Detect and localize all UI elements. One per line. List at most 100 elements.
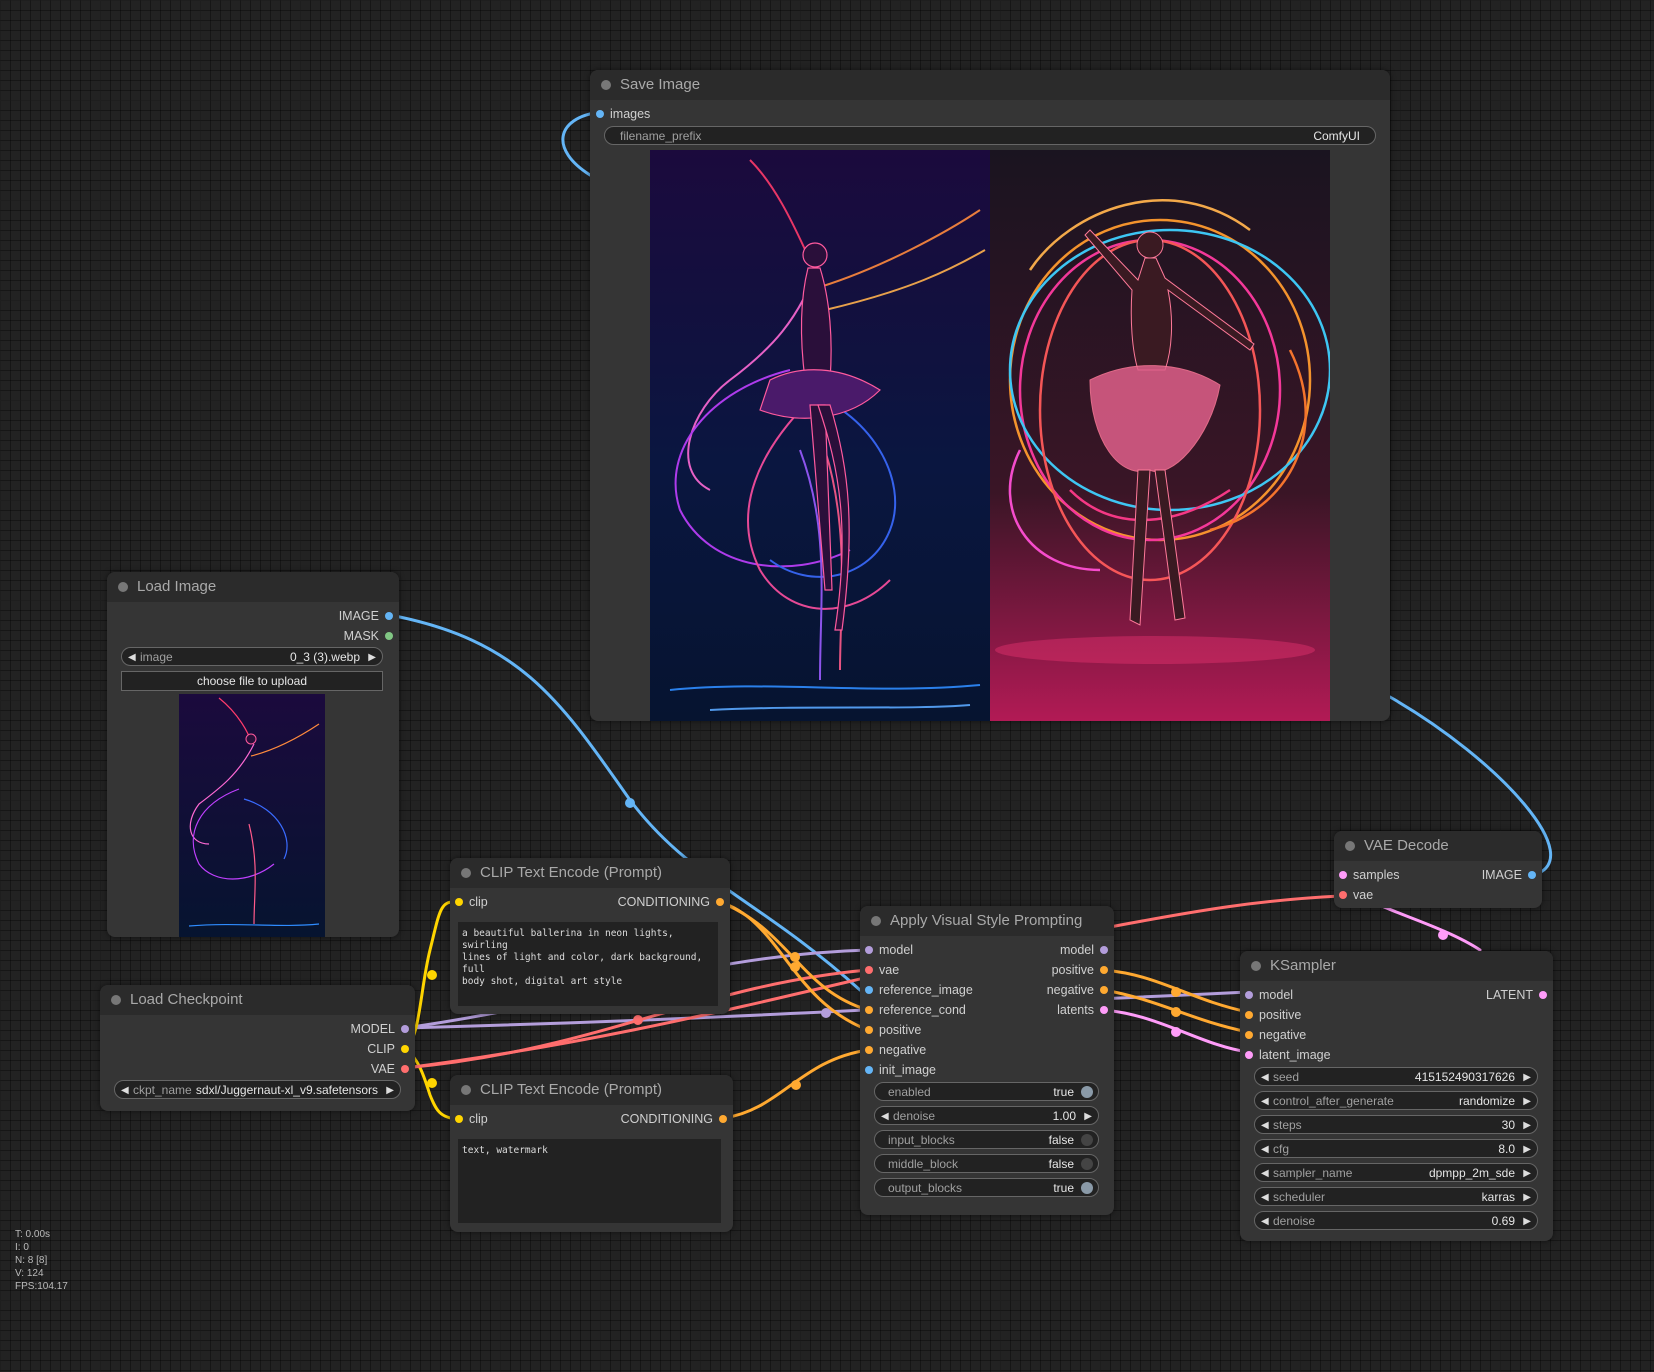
- increment-arrow-icon[interactable]: ▶: [1523, 1188, 1531, 1205]
- node-title[interactable]: CLIP Text Encode (Prompt): [450, 858, 730, 888]
- toggle-knob[interactable]: [1081, 1086, 1093, 1098]
- increment-arrow-icon[interactable]: ▶: [1523, 1068, 1531, 1085]
- node-title[interactable]: KSampler: [1240, 951, 1553, 981]
- slot-dot[interactable]: [401, 1045, 409, 1053]
- input-slot-clip[interactable]: clip: [455, 1111, 488, 1127]
- image-combo-widget[interactable]: ◀ image 0_3 (3).webp ▶: [121, 647, 383, 666]
- output-slot-mask[interactable]: MASK: [344, 628, 393, 644]
- slot-dot[interactable]: [1245, 1051, 1253, 1059]
- slot-dot[interactable]: [1100, 966, 1108, 974]
- seed-widget[interactable]: ◀ seed 415152490317626 ▶: [1254, 1067, 1538, 1086]
- slot-dot[interactable]: [385, 612, 393, 620]
- input-slot-negative[interactable]: negative: [865, 1042, 926, 1058]
- node-title[interactable]: Load Image: [107, 572, 399, 602]
- input-slot-positive[interactable]: positive: [1245, 1007, 1301, 1023]
- slot-dot[interactable]: [716, 898, 724, 906]
- slot-dot[interactable]: [1100, 1006, 1108, 1014]
- denoise-number-widget[interactable]: ◀ denoise 1.00 ▶: [874, 1106, 1099, 1125]
- denoise-widget[interactable]: ◀ denoise 0.69 ▶: [1254, 1211, 1538, 1230]
- collapse-dot[interactable]: [871, 916, 881, 926]
- toggle-knob[interactable]: [1081, 1134, 1093, 1146]
- increment-arrow-icon[interactable]: ▶: [1523, 1116, 1531, 1133]
- slot-dot[interactable]: [1100, 986, 1108, 994]
- node-title[interactable]: Load Checkpoint: [100, 985, 415, 1015]
- slot-dot[interactable]: [401, 1025, 409, 1033]
- output-slot-image[interactable]: IMAGE: [339, 608, 393, 624]
- input-slot-clip[interactable]: clip: [455, 894, 488, 910]
- output-slot-conditioning[interactable]: CONDITIONING: [618, 894, 724, 910]
- filename-prefix-widget[interactable]: filename_prefix ComfyUI: [604, 126, 1376, 145]
- clip-text-encode-positive-node[interactable]: CLIP Text Encode (Prompt) clip CONDITION…: [450, 858, 730, 1014]
- vae-decode-node[interactable]: VAE Decode samples vae IMAGE: [1334, 831, 1542, 908]
- save-image-node[interactable]: Save Image images filename_prefix ComfyU…: [590, 70, 1390, 721]
- output-slot-conditioning[interactable]: CONDITIONING: [621, 1111, 727, 1127]
- decrement-arrow-icon[interactable]: ◀: [1261, 1068, 1269, 1085]
- increment-arrow-icon[interactable]: ▶: [1084, 1107, 1092, 1124]
- input-slot-init-image[interactable]: init_image: [865, 1062, 936, 1078]
- output-slot-latent[interactable]: LATENT: [1486, 987, 1547, 1003]
- sampler-name-widget[interactable]: ◀ sampler_name dpmpp_2m_sde ▶: [1254, 1163, 1538, 1182]
- prompt-textarea[interactable]: text, watermark: [458, 1139, 721, 1223]
- increment-arrow-icon[interactable]: ▶: [1523, 1140, 1531, 1157]
- slot-dot[interactable]: [401, 1065, 409, 1073]
- middle-block-toggle[interactable]: middle_block false: [874, 1154, 1099, 1173]
- input-slot-vae[interactable]: vae: [865, 962, 899, 978]
- output-slot-positive[interactable]: positive: [1052, 962, 1108, 978]
- collapse-dot[interactable]: [111, 995, 121, 1005]
- cfg-widget[interactable]: ◀ cfg 8.0 ▶: [1254, 1139, 1538, 1158]
- input-slot-images[interactable]: images: [596, 106, 650, 122]
- node-title[interactable]: Save Image: [590, 70, 1390, 100]
- input-slot-reference-image[interactable]: reference_image: [865, 982, 973, 998]
- decrement-arrow-icon[interactable]: ◀: [121, 1081, 129, 1098]
- decrement-arrow-icon[interactable]: ◀: [1261, 1188, 1269, 1205]
- decrement-arrow-icon[interactable]: ◀: [1261, 1116, 1269, 1133]
- slot-dot[interactable]: [1245, 1011, 1253, 1019]
- input-slot-samples[interactable]: samples: [1339, 867, 1400, 883]
- node-title[interactable]: Apply Visual Style Prompting: [860, 906, 1114, 936]
- slot-dot[interactable]: [719, 1115, 727, 1123]
- input-slot-model[interactable]: model: [1245, 987, 1293, 1003]
- increment-arrow-icon[interactable]: ▶: [386, 1081, 394, 1098]
- decrement-arrow-icon[interactable]: ◀: [1261, 1212, 1269, 1229]
- upload-button[interactable]: choose file to upload: [121, 671, 383, 691]
- output-blocks-toggle[interactable]: output_blocks true: [874, 1178, 1099, 1197]
- output-slot-image[interactable]: IMAGE: [1482, 867, 1536, 883]
- collapse-dot[interactable]: [461, 1085, 471, 1095]
- slot-dot[interactable]: [455, 1115, 463, 1123]
- collapse-dot[interactable]: [601, 80, 611, 90]
- increment-arrow-icon[interactable]: ▶: [1523, 1212, 1531, 1229]
- slot-dot[interactable]: [1339, 891, 1347, 899]
- slot-dot[interactable]: [385, 632, 393, 640]
- ckpt-name-widget[interactable]: ◀ ckpt_name sdxl/Juggernaut-xl_v9.safete…: [114, 1080, 401, 1099]
- output-slot-vae[interactable]: VAE: [371, 1061, 409, 1077]
- decrement-arrow-icon[interactable]: ◀: [1261, 1092, 1269, 1109]
- increment-arrow-icon[interactable]: ▶: [368, 648, 376, 665]
- slot-dot[interactable]: [865, 946, 873, 954]
- slot-dot[interactable]: [1100, 946, 1108, 954]
- output-slot-latents[interactable]: latents: [1057, 1002, 1108, 1018]
- load-checkpoint-node[interactable]: Load Checkpoint MODEL CLIP VAE ◀ ckpt_na…: [100, 985, 415, 1111]
- input-blocks-toggle[interactable]: input_blocks false: [874, 1130, 1099, 1149]
- slot-dot[interactable]: [865, 986, 873, 994]
- input-slot-positive[interactable]: positive: [865, 1022, 921, 1038]
- output-slot-model[interactable]: MODEL: [351, 1021, 409, 1037]
- decrement-arrow-icon[interactable]: ◀: [128, 648, 136, 665]
- steps-widget[interactable]: ◀ steps 30 ▶: [1254, 1115, 1538, 1134]
- apply-visual-style-prompting-node[interactable]: Apply Visual Style Prompting model vae r…: [860, 906, 1114, 1215]
- input-slot-model[interactable]: model: [865, 942, 913, 958]
- decrement-arrow-icon[interactable]: ◀: [881, 1107, 889, 1124]
- decrement-arrow-icon[interactable]: ◀: [1261, 1164, 1269, 1181]
- increment-arrow-icon[interactable]: ▶: [1523, 1164, 1531, 1181]
- slot-dot[interactable]: [1528, 871, 1536, 879]
- toggle-knob[interactable]: [1081, 1158, 1093, 1170]
- slot-dot[interactable]: [865, 1066, 873, 1074]
- decrement-arrow-icon[interactable]: ◀: [1261, 1140, 1269, 1157]
- collapse-dot[interactable]: [1251, 961, 1261, 971]
- output-slot-negative[interactable]: negative: [1047, 982, 1108, 998]
- clip-text-encode-negative-node[interactable]: CLIP Text Encode (Prompt) clip CONDITION…: [450, 1075, 733, 1232]
- enabled-toggle[interactable]: enabled true: [874, 1082, 1099, 1101]
- slot-dot[interactable]: [596, 110, 604, 118]
- slot-dot[interactable]: [1245, 991, 1253, 999]
- increment-arrow-icon[interactable]: ▶: [1523, 1092, 1531, 1109]
- collapse-dot[interactable]: [461, 868, 471, 878]
